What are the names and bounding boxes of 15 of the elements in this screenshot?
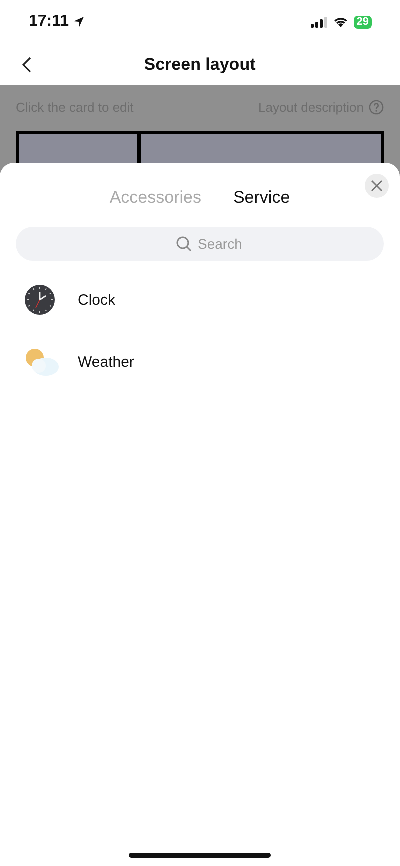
service-item[interactable]: Clock (78, 292, 116, 308)
back-icon[interactable] (22, 57, 32, 73)
battery-icon: 29 (354, 16, 372, 28)
search-field[interactable]: Search (16, 227, 384, 261)
signal-icon (310, 16, 328, 28)
wifi-icon (332, 16, 349, 28)
category-tab[interactable]: Service (233, 187, 290, 209)
close-button[interactable] (365, 174, 389, 198)
clock-time: 17:11 (29, 13, 70, 31)
clock-icon (24, 284, 56, 316)
weather-icon (24, 347, 60, 377)
screen-title: Screen layout (144, 54, 256, 74)
service-item[interactable]: Weather (78, 354, 134, 370)
close-icon (371, 180, 383, 192)
location-arrow-icon (73, 16, 86, 28)
